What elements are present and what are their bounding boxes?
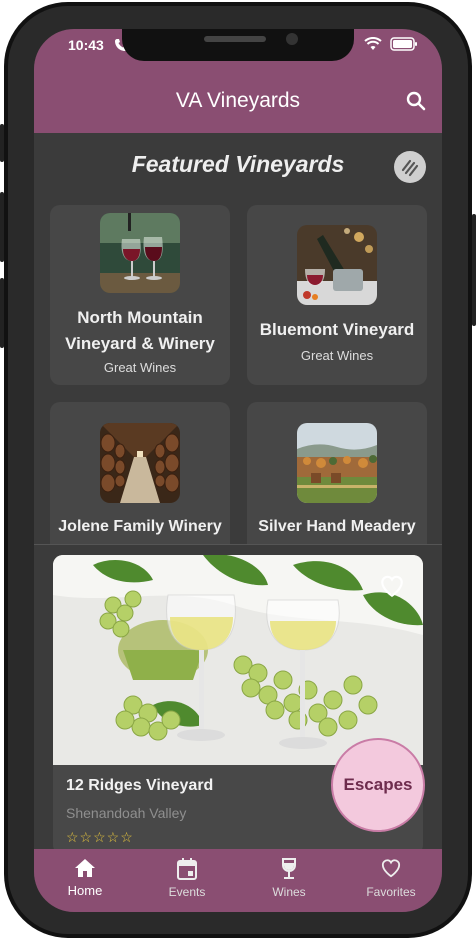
search-icon[interactable] xyxy=(404,89,428,113)
vineyard-name: Silver Hand Meadery xyxy=(258,518,416,535)
mute-switch xyxy=(0,124,4,162)
wine-glasses-photo xyxy=(100,213,180,293)
volume-up-button xyxy=(0,192,4,262)
volume-down-button xyxy=(0,278,4,348)
nav-home[interactable]: Home xyxy=(34,849,136,912)
section-divider xyxy=(34,544,442,545)
vineyard-card[interactable]: North Mountain Vineyard & Winery Great W… xyxy=(50,205,230,385)
bottom-navigation: Home Events Wines Favorites xyxy=(34,849,442,912)
nav-label: Favorites xyxy=(366,885,416,899)
rating-stars[interactable]: ☆☆☆☆☆ xyxy=(66,829,134,846)
section-title: Featured Vineyards xyxy=(131,151,345,177)
camera-notch xyxy=(122,29,354,61)
status-time: 10:43 xyxy=(68,37,104,53)
earpiece-speaker xyxy=(204,36,266,42)
vineyard-card[interactable]: Silver Hand Meadery xyxy=(247,402,427,544)
power-button xyxy=(472,214,476,326)
barrel-cellar-photo xyxy=(100,423,180,503)
status-indicators xyxy=(364,37,418,51)
vineyard-name: Bluemont Vineyard xyxy=(259,320,415,339)
calendar-icon xyxy=(177,858,197,880)
stripes-icon[interactable] xyxy=(394,151,426,183)
vineyard-card[interactable]: Jolene Family Winery xyxy=(50,402,230,544)
nav-label: Wines xyxy=(272,885,306,899)
app-title: VA Vineyards xyxy=(175,89,301,112)
app-bar: VA Vineyards xyxy=(34,61,442,133)
featured-header: Featured Vineyards xyxy=(34,133,442,195)
white-wine-grapes-photo xyxy=(53,555,423,765)
vineyard-name: Jolene Family Winery xyxy=(58,518,222,535)
app-screen: 10:43 VA Vineyards Featured Vineyards No… xyxy=(34,29,442,912)
vineyard-thumbnail xyxy=(297,423,377,503)
vineyard-landscape-photo xyxy=(297,423,377,503)
featured-vineyard-location: Shenandoah Valley xyxy=(66,805,187,821)
wifi-icon xyxy=(364,37,382,50)
nav-label: Home xyxy=(67,883,103,898)
heart-icon xyxy=(381,859,401,878)
vineyard-thumbnail xyxy=(100,423,180,503)
vineyard-name: North Mountain Vineyard & Winery xyxy=(65,308,215,353)
favorite-heart-icon[interactable] xyxy=(379,573,405,599)
vineyard-subtitle: Great Wines xyxy=(103,360,177,375)
battery-icon xyxy=(390,37,417,51)
home-icon xyxy=(75,859,95,877)
vineyard-subtitle: Great Wines xyxy=(300,348,374,363)
nav-favorites[interactable]: Favorites xyxy=(340,849,442,912)
front-camera xyxy=(286,33,298,45)
vineyard-card[interactable]: Bluemont Vineyard Great Wines xyxy=(247,205,427,385)
featured-vineyard-name: 12 Ridges Vineyard xyxy=(66,777,214,794)
nav-label: Events xyxy=(168,885,206,899)
vineyard-thumbnail xyxy=(100,213,180,293)
wine-glass-icon xyxy=(282,858,296,879)
wine-bottle-photo xyxy=(297,225,377,305)
nav-wines[interactable]: Wines xyxy=(238,849,340,912)
nav-events[interactable]: Events xyxy=(136,849,238,912)
vineyard-thumbnail xyxy=(297,225,377,305)
escapes-button[interactable]: Escapes xyxy=(331,738,425,832)
